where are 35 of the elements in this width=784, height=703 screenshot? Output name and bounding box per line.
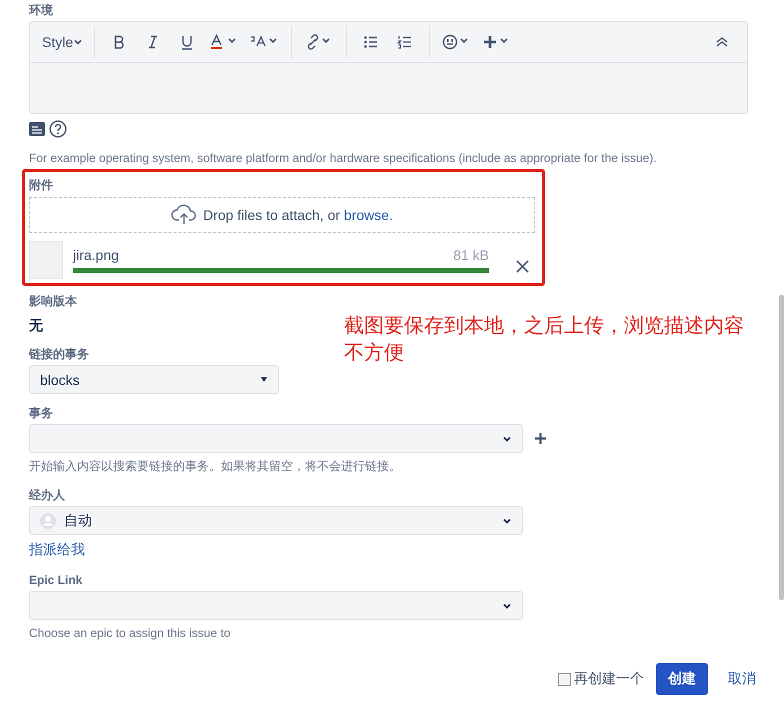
add-icon[interactable] <box>535 433 546 444</box>
browse-link[interactable]: browse. <box>344 207 393 223</box>
field-hint: 开始输入内容以搜索要链接的事务。如果将其留空，将不会进行链接。 <box>29 459 402 474</box>
numbered-list-icon[interactable] <box>397 34 414 50</box>
field-hint: Choose an epic to assign this issue to <box>29 626 232 641</box>
assignee-select[interactable]: 自动 <box>29 506 523 535</box>
field-label: 影响版本 <box>29 294 77 309</box>
file-name: jira.png <box>73 247 119 263</box>
text-mode-icon[interactable] <box>29 122 45 136</box>
field-label: 经办人 <box>29 488 65 503</box>
create-another-checkbox[interactable]: 再创建一个 <box>558 670 644 688</box>
field-hint: For example operating system, software platform and/or hardware specifications (include as appropriate for the issue). <box>29 151 658 166</box>
avatar-icon <box>40 512 56 528</box>
image-thumbnail <box>29 241 63 279</box>
file-size: 81 kB <box>453 247 489 263</box>
caret-down-icon <box>260 376 268 383</box>
help-icon[interactable] <box>49 120 67 138</box>
chevron-down-icon <box>73 37 84 47</box>
field-label: 事务 <box>29 406 53 421</box>
assign-to-me-link[interactable]: 指派给我 <box>29 541 85 559</box>
annotation-text: 截图要保存到本地，之后上传，浏览描述内容不方便 <box>344 312 745 366</box>
field-label: Epic Link <box>29 573 82 588</box>
field-label: 链接的事务 <box>29 347 89 362</box>
field-label: 附件 <box>29 178 53 193</box>
bullet-list-icon[interactable] <box>363 34 380 50</box>
create-button[interactable]: 创建 <box>656 663 708 695</box>
cancel-link[interactable]: 取消 <box>720 670 764 688</box>
field-label: 环境 <box>29 3 53 18</box>
drop-instructions: Drop files to attach, or browse. <box>203 207 393 223</box>
cloud-upload-icon <box>171 204 198 226</box>
field-value: 无 <box>29 317 43 335</box>
style-dropdown[interactable]: Style <box>40 34 86 50</box>
close-icon[interactable] <box>516 260 529 272</box>
link-type-select[interactable]: blocks <box>29 365 279 394</box>
file-drop-zone[interactable]: Drop files to attach, or browse. <box>29 197 535 233</box>
